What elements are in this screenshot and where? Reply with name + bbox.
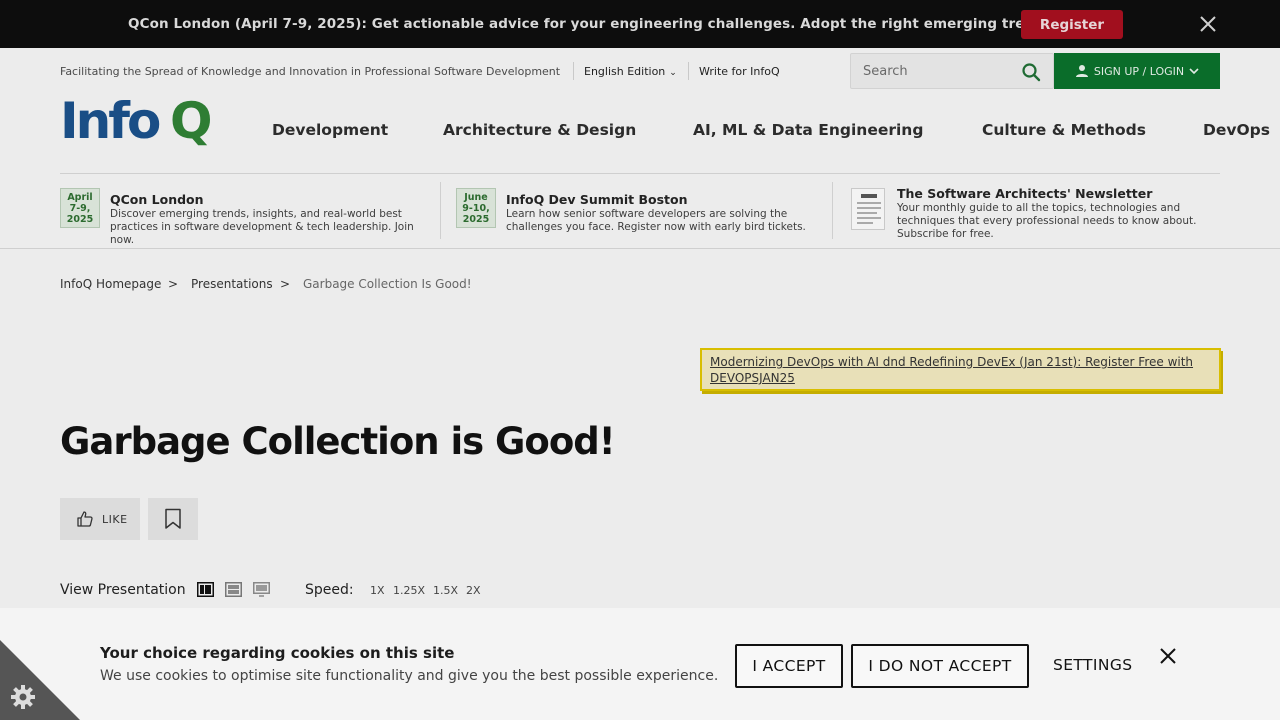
like-button[interactable]: LIKE [60,498,140,540]
nav-item-architecture-design[interactable]: Architecture & Design [443,121,636,139]
breadcrumb-separator: > [168,277,179,291]
signup-login-label: SIGN UP / LOGIN [1093,64,1185,78]
breadcrumb-home[interactable]: InfoQ Homepage [60,277,161,291]
speed-option-2x[interactable]: 2X [466,584,481,597]
promo-card-description: Discover emerging trends, insights, and … [110,208,414,246]
site-tagline: Facilitating the Spread of Knowledge and… [60,65,561,78]
date-line: April [67,192,93,203]
layout-split-icon[interactable] [197,582,214,597]
divider [573,62,574,80]
promo-banner: QCon London (April 7-9, 2025): Get actio… [0,0,1280,48]
promo-card-title[interactable]: QCon London [110,192,204,207]
bookmark-button[interactable] [148,498,198,540]
speed-option-1-5x[interactable]: 1.5X [433,584,458,597]
close-icon[interactable] [1158,646,1178,666]
close-icon[interactable] [1198,14,1218,34]
search-icon[interactable] [1021,62,1041,82]
search-box [850,53,1054,89]
chevron-down-icon: ⌄ [669,68,677,78]
promo-card-newsletter[interactable]: The Software Architects' Newsletter Your… [851,182,1196,246]
date-line: June [464,192,488,203]
speed-option-1x[interactable]: 1X [370,584,385,597]
bookmark-icon [165,508,181,529]
edition-selector[interactable]: English Edition ⌄ [584,65,677,78]
event-notice-link[interactable]: Modernizing DevOps with AI dnd Redefinin… [700,348,1221,391]
speed-option-1-25x[interactable]: 1.25X [393,584,425,597]
promo-banner-text[interactable]: QCon London (April 7-9, 2025): Get actio… [128,16,1057,32]
date-line: 9-10, [462,203,490,214]
edition-label: English Edition [584,65,666,78]
register-button[interactable]: Register [1021,10,1123,39]
chevron-down-icon [1189,68,1199,75]
layout-stacked-icon[interactable] [225,582,242,597]
nav-item-culture-methods[interactable]: Culture & Methods [982,121,1146,139]
page-title: Garbage Collection is Good! [60,420,616,463]
cookie-settings-corner[interactable] [0,640,80,720]
write-for-infoq-link[interactable]: Write for InfoQ [699,65,780,78]
search-input[interactable] [851,54,1011,88]
view-presentation-label: View Presentation [60,582,186,598]
divider [688,62,689,80]
cookie-title: Your choice regarding cookies on this si… [100,644,455,662]
gear-icon [11,685,35,709]
signup-login-button[interactable]: SIGN UP / LOGIN [1054,53,1220,89]
date-line: 7-9, [69,203,91,214]
main-nav: Development Architecture & Design AI, ML… [0,121,1280,141]
divider [832,182,833,239]
promo-card-title[interactable]: InfoQ Dev Summit Boston [506,192,688,207]
user-icon [1075,65,1088,77]
divider [0,248,1280,249]
nav-item-development[interactable]: Development [272,121,388,139]
cookie-reject-button[interactable]: I DO NOT ACCEPT [851,644,1029,688]
promo-card-qcon[interactable]: April 7-9, 2025 QCon London Discover eme… [60,182,430,246]
divider [60,173,1220,174]
cookie-text: We use cookies to optimise site function… [100,668,719,684]
nav-item-ai-ml-data[interactable]: AI, ML & Data Engineering [693,121,923,139]
divider [440,182,441,239]
promo-card-dev-summit[interactable]: June 9-10, 2025 InfoQ Dev Summit Boston … [456,182,806,246]
date-line: 2025 [462,214,490,225]
promo-card-description: Learn how senior software developers are… [506,208,806,233]
layout-slides-icon[interactable] [253,582,270,597]
promo-card-title[interactable]: The Software Architects' Newsletter [897,186,1152,201]
cookie-settings-button[interactable]: SETTINGS [1053,656,1133,674]
cookie-accept-button[interactable]: I ACCEPT [735,644,843,688]
thumbs-up-icon [77,511,93,527]
newsletter-thumbnail [851,188,885,230]
like-label: LIKE [102,512,128,526]
breadcrumb-separator: > [280,277,291,291]
date-badge: June 9-10, 2025 [456,188,496,228]
nav-item-devops[interactable]: DevOps [1203,121,1270,139]
promo-card-description: Your monthly guide to all the topics, te… [897,202,1197,240]
speed-label: Speed: [305,582,354,598]
breadcrumb-presentations[interactable]: Presentations [191,277,273,291]
cookie-banner: Your choice regarding cookies on this si… [0,608,1280,720]
date-badge: April 7-9, 2025 [60,188,100,228]
date-line: 2025 [66,214,94,225]
breadcrumb-current: Garbage Collection Is Good! [303,277,472,291]
